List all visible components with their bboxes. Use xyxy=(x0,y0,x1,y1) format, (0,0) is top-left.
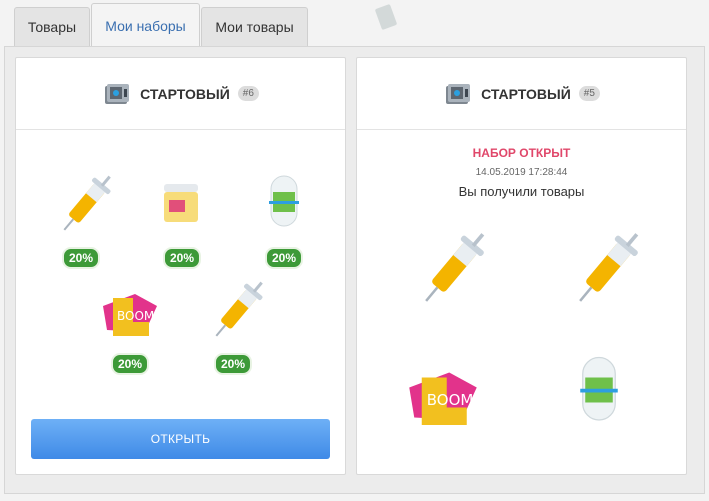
discount-badge: 20% xyxy=(264,247,304,269)
received-item: BOOM xyxy=(393,350,493,450)
boom-boot-icon: BOOM xyxy=(409,372,477,425)
kit-card-header: СТАРТОВЫЙ #6 xyxy=(16,58,345,130)
svg-text:BOOM: BOOM xyxy=(117,309,154,323)
tab-my-kits[interactable]: Мои наборы xyxy=(91,3,200,47)
kit-received-message: Вы получили товары xyxy=(458,184,585,199)
pill-capsule-icon xyxy=(269,175,299,227)
pill-capsule-icon xyxy=(580,356,618,421)
kit-item[interactable]: 20% xyxy=(249,170,319,270)
discount-badge: 20% xyxy=(110,353,150,375)
received-item xyxy=(549,350,649,450)
tab-my-kits-label: Мои наборы xyxy=(105,17,186,34)
kit-item[interactable]: BOOM 20% xyxy=(95,276,165,376)
jar-icon xyxy=(164,184,198,222)
discount-badge: 20% xyxy=(61,247,101,269)
received-item xyxy=(551,226,651,326)
safe-icon xyxy=(105,83,130,104)
syringe-icon xyxy=(579,233,639,302)
tab-my-goods-label: Мои товары xyxy=(215,19,294,35)
kit-number-badge: #6 xyxy=(237,86,259,101)
syringe-icon xyxy=(63,175,111,231)
kit-item[interactable]: 20% xyxy=(46,170,116,270)
kit-title: СТАРТОВЫЙ xyxy=(140,85,230,102)
tab-goods[interactable]: Товары xyxy=(14,7,90,46)
kit-item[interactable]: 20% xyxy=(147,170,217,270)
kit-title: СТАРТОВЫЙ xyxy=(481,85,571,102)
kit-card-header: СТАРТОВЫЙ #5 xyxy=(357,58,686,130)
tab-bar: Товары Мои наборы Мои товары xyxy=(0,0,709,47)
boom-boot-icon: BOOM xyxy=(103,294,157,336)
open-kit-button[interactable]: ОТКРЫТЬ xyxy=(31,419,330,459)
safe-icon xyxy=(446,83,471,104)
discount-badge: 20% xyxy=(162,247,202,269)
kit-card-5: СТАРТОВЫЙ #5 НАБОР ОТКРЫТ 14.05.2019 17:… xyxy=(356,57,687,475)
syringe-icon xyxy=(215,281,263,337)
svg-text:BOOM: BOOM xyxy=(427,391,474,409)
kit-opened-status: НАБОР ОТКРЫТ xyxy=(472,146,571,160)
kit-opened-date: 14.05.2019 17:28:44 xyxy=(475,167,568,178)
syringe-icon xyxy=(425,233,485,302)
discount-badge: 20% xyxy=(213,353,253,375)
kit-card-6: СТАРТОВЫЙ #6 20% 20% 20% BOOM 20% 20% ОТ… xyxy=(15,57,346,475)
tab-goods-label: Товары xyxy=(27,19,77,35)
tab-my-goods[interactable]: Мои товары xyxy=(201,7,308,46)
received-item xyxy=(397,226,497,326)
kit-number-badge: #5 xyxy=(578,86,600,101)
kit-item[interactable]: 20% xyxy=(198,276,268,376)
